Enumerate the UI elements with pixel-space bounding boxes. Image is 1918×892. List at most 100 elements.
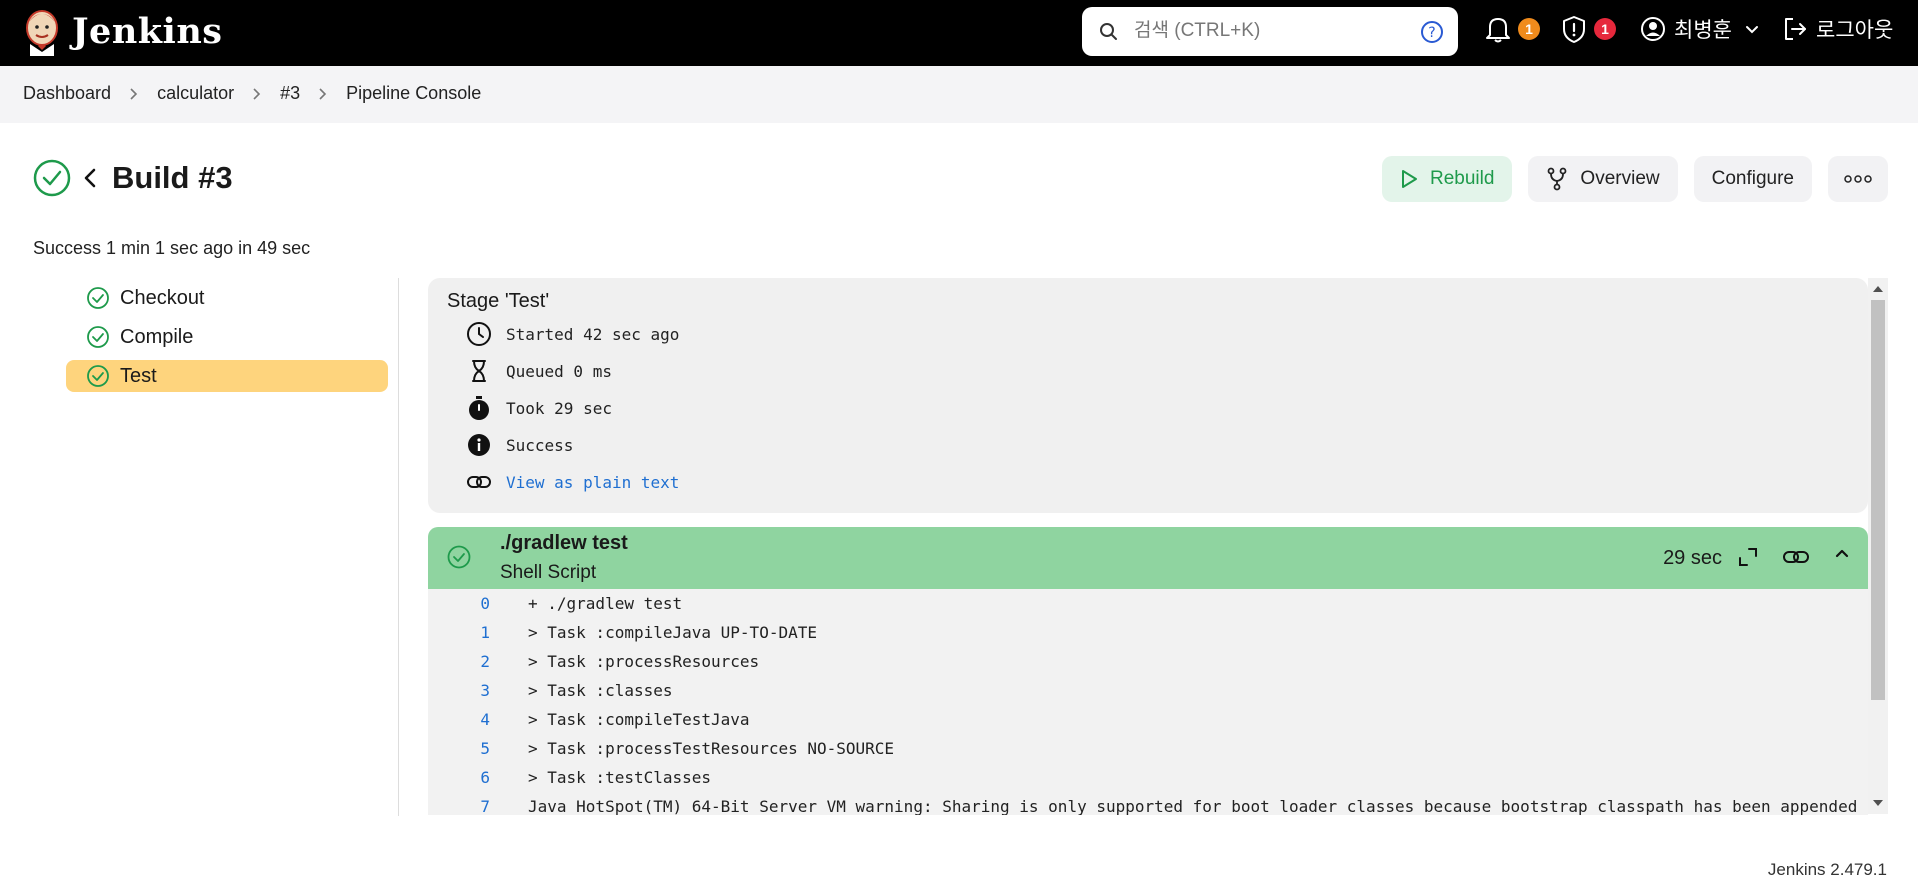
line-number[interactable]: 7	[428, 797, 490, 815]
overview-label: Overview	[1580, 168, 1660, 189]
line-number[interactable]: 1	[428, 623, 490, 642]
line-text: + ./gradlew test	[528, 594, 683, 613]
configure-label: Configure	[1711, 168, 1794, 189]
configure-button[interactable]: Configure	[1693, 156, 1812, 202]
stage-status: Success	[506, 435, 574, 455]
stage-took-row: Took 29 sec	[466, 395, 612, 421]
expand-icon[interactable]	[1736, 545, 1760, 569]
chevron-up-icon[interactable]	[1832, 543, 1852, 563]
chevron-right-icon	[317, 87, 329, 101]
scrollbar-thumb[interactable]	[1871, 300, 1885, 700]
breadcrumb-dashboard[interactable]: Dashboard	[23, 83, 111, 104]
chevron-right-icon	[128, 87, 140, 101]
search-box[interactable]: ?	[1082, 7, 1458, 56]
stage-started: Started 42 sec ago	[506, 324, 680, 344]
console-line: 5 > Task :processTestResources NO-SOURCE	[428, 734, 894, 763]
line-text: > Task :classes	[528, 681, 673, 700]
clock-icon	[466, 321, 494, 347]
console-line: 2 > Task :processResources	[428, 647, 759, 676]
overview-button[interactable]: Overview	[1528, 156, 1678, 202]
step-duration: 29 sec	[1663, 547, 1722, 569]
more-actions-button[interactable]	[1828, 156, 1888, 202]
console-line: 3 > Task :classes	[428, 676, 673, 705]
line-text: > Task :processTestResources NO-SOURCE	[528, 739, 895, 758]
plain-text-row: View as plain text	[466, 469, 679, 495]
page-title: Build #3	[112, 160, 233, 195]
logout-label: 로그아웃	[1816, 19, 1894, 42]
console-output[interactable]: 0 + ./gradlew test 1 > Task :compileJava U…	[428, 589, 1868, 815]
view-plain-text-link[interactable]: View as plain text	[506, 473, 679, 492]
build-summary: Success 1 min 1 sec ago in 49 sec	[33, 238, 311, 258]
line-text: > Task :compileJava UP-TO-DATE	[528, 623, 817, 642]
stage-item-checkout[interactable]: Checkout	[66, 282, 388, 314]
stage-started-row: Started 42 sec ago	[466, 321, 679, 347]
branch-icon	[1546, 167, 1568, 191]
stage-item-test[interactable]: Test	[66, 360, 388, 392]
jenkins-version[interactable]: Jenkins 2.479.1	[1768, 860, 1887, 880]
line-text: Java HotSpot(TM) 64-Bit Server VM warnin…	[528, 797, 1858, 815]
chevron-right-icon	[251, 87, 263, 101]
line-text: > Task :processResources	[528, 652, 760, 671]
top-header: Jenkins ? 1 1 최병훈	[0, 0, 1918, 66]
stage-status-row: Success	[466, 432, 573, 458]
shield-alert-icon	[1563, 16, 1585, 43]
line-text: > Task :testClasses	[528, 768, 712, 787]
link-icon[interactable]	[1782, 545, 1810, 569]
success-check-icon	[86, 325, 110, 349]
breadcrumb-bar: Dashboard calculator #3 Pipeline Console	[0, 66, 1918, 123]
step-subtitle: Shell Script	[500, 562, 597, 583]
line-number[interactable]: 3	[428, 681, 490, 700]
jenkins-butler-icon	[26, 10, 58, 56]
hourglass-icon	[466, 358, 494, 384]
stopwatch-icon	[466, 395, 494, 421]
security-alerts-button[interactable]: 1	[1560, 14, 1616, 44]
scroll-down-arrow[interactable]	[1873, 800, 1883, 806]
jenkins-logo-link[interactable]: Jenkins	[22, 6, 222, 56]
line-text: > Task :compileTestJava	[528, 710, 750, 729]
bell-icon	[1486, 18, 1510, 43]
search-icon	[1100, 23, 1117, 40]
back-chevron-icon[interactable]	[80, 166, 100, 190]
brand-name: Jenkins	[72, 10, 223, 52]
logout-button[interactable]: 로그아웃	[1782, 14, 1893, 44]
info-icon	[466, 432, 494, 458]
line-number[interactable]: 6	[428, 768, 490, 787]
logout-icon	[1785, 18, 1806, 40]
play-icon	[1400, 169, 1418, 189]
breadcrumb-pipeline-console[interactable]: Pipeline Console	[346, 83, 481, 104]
notifications-badge: 1	[1518, 18, 1540, 40]
console-line: 6 > Task :testClasses	[428, 763, 711, 792]
console-line: 7 Java HotSpot(TM) 64-Bit Server VM warni…	[428, 792, 1857, 815]
scroll-up-arrow[interactable]	[1873, 286, 1883, 292]
user-menu-button[interactable]: 최병훈	[1640, 14, 1762, 44]
stage-item-compile[interactable]: Compile	[66, 321, 388, 353]
success-check-icon	[33, 159, 71, 197]
success-check-icon	[86, 286, 110, 310]
notifications-button[interactable]: 1	[1484, 14, 1540, 44]
line-number[interactable]: 2	[428, 652, 490, 671]
step-header[interactable]: ./gradlew test Shell Script 29 sec	[428, 527, 1868, 589]
stage-queued-row: Queued 0 ms	[466, 358, 612, 384]
search-input[interactable]	[1134, 15, 1394, 47]
user-name: 최병훈	[1674, 19, 1732, 42]
success-check-icon	[86, 364, 110, 388]
scrollbar[interactable]	[1868, 278, 1888, 814]
breadcrumb: Dashboard calculator #3 Pipeline Console	[23, 83, 481, 104]
chevron-down-icon	[1745, 26, 1758, 34]
stage-queued: Queued 0 ms	[506, 361, 612, 381]
breadcrumb-build[interactable]: #3	[280, 83, 300, 104]
rebuild-button[interactable]: Rebuild	[1381, 156, 1513, 202]
more-horizontal-icon	[1844, 175, 1872, 183]
security-badge: 1	[1594, 18, 1616, 40]
breadcrumb-calculator[interactable]: calculator	[157, 83, 234, 104]
line-number[interactable]: 0	[428, 594, 490, 613]
rebuild-label: Rebuild	[1429, 168, 1495, 189]
line-number[interactable]: 4	[428, 710, 490, 729]
build-actions: Rebuild Overview Configure	[1381, 156, 1888, 202]
line-number[interactable]: 5	[428, 739, 490, 758]
stage-details-panel: Stage 'Test' Started 42 sec ago Queued 0…	[428, 278, 1868, 513]
stage-label: Compile	[120, 325, 194, 348]
search-help-icon[interactable]: ?	[1420, 20, 1444, 44]
success-check-icon	[447, 545, 471, 569]
stage-details-title: Stage 'Test'	[447, 290, 550, 312]
